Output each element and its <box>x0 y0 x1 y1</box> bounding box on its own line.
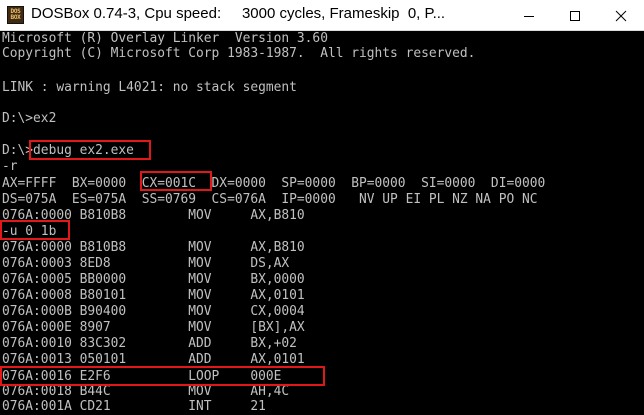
dosbox-window: DOS BOX DOSBox 0.74-3, Cpu speed: 3000 c… <box>0 0 644 415</box>
highlight-unassemble-command <box>0 220 70 240</box>
highlight-debug-command <box>29 140 151 160</box>
app-icon-text-bottom: BOX <box>10 14 21 21</box>
minimize-button[interactable] <box>506 0 552 31</box>
maximize-icon <box>570 10 580 21</box>
console-line: -r <box>2 159 18 174</box>
console-line: D:\>ex2 <box>2 111 57 126</box>
dos-console[interactable]: Microsoft (R) Overlay Linker Version 3.6… <box>0 31 644 415</box>
console-line: DS=075A ES=075A SS=0769 CS=076A IP=0000 … <box>2 192 538 207</box>
window-title: DOSBox 0.74-3, Cpu speed: 3000 cycles, F… <box>31 5 446 22</box>
console-line: 076A:0008 B80101 MOV AX,0101 <box>2 288 305 303</box>
minimize-icon <box>524 15 534 17</box>
close-button[interactable] <box>598 0 644 31</box>
console-line: 076A:0003 8ED8 MOV DS,AX <box>2 256 290 271</box>
console-line: Copyright (C) Microsoft Corp 1983-1987. … <box>2 46 476 61</box>
console-line: 076A:000B B90400 MOV CX,0004 <box>2 304 305 319</box>
console-line: AX=FFFF BX=0000 CX=001C DX=0000 SP=0000 … <box>2 176 546 191</box>
title-bar[interactable]: DOS BOX DOSBox 0.74-3, Cpu speed: 3000 c… <box>0 0 644 31</box>
console-line: 076A:0018 B44C MOV AH,4C <box>2 384 290 399</box>
console-line: 076A:000E 8907 MOV [BX],AX <box>2 320 305 335</box>
console-line: 076A:0013 050101 ADD AX,0101 <box>2 352 305 367</box>
highlight-loop-instruction <box>0 366 325 386</box>
console-line: 076A:0010 83C302 ADD BX,+02 <box>2 336 297 351</box>
highlight-cx-register <box>140 171 212 191</box>
console-line: 076A:0000 B810B8 MOV AX,B810 <box>2 240 305 255</box>
console-line: LINK : warning L4021: no stack segment <box>2 80 297 95</box>
dosbox-app-icon[interactable]: DOS BOX <box>7 6 24 24</box>
console-line: 076A:001A CD21 INT 21 <box>2 399 266 414</box>
close-icon <box>615 10 627 21</box>
console-line: 076A:0005 BB0000 MOV BX,0000 <box>2 272 305 287</box>
console-line: Microsoft (R) Overlay Linker Version 3.6… <box>2 31 328 46</box>
maximize-button[interactable] <box>552 0 598 31</box>
